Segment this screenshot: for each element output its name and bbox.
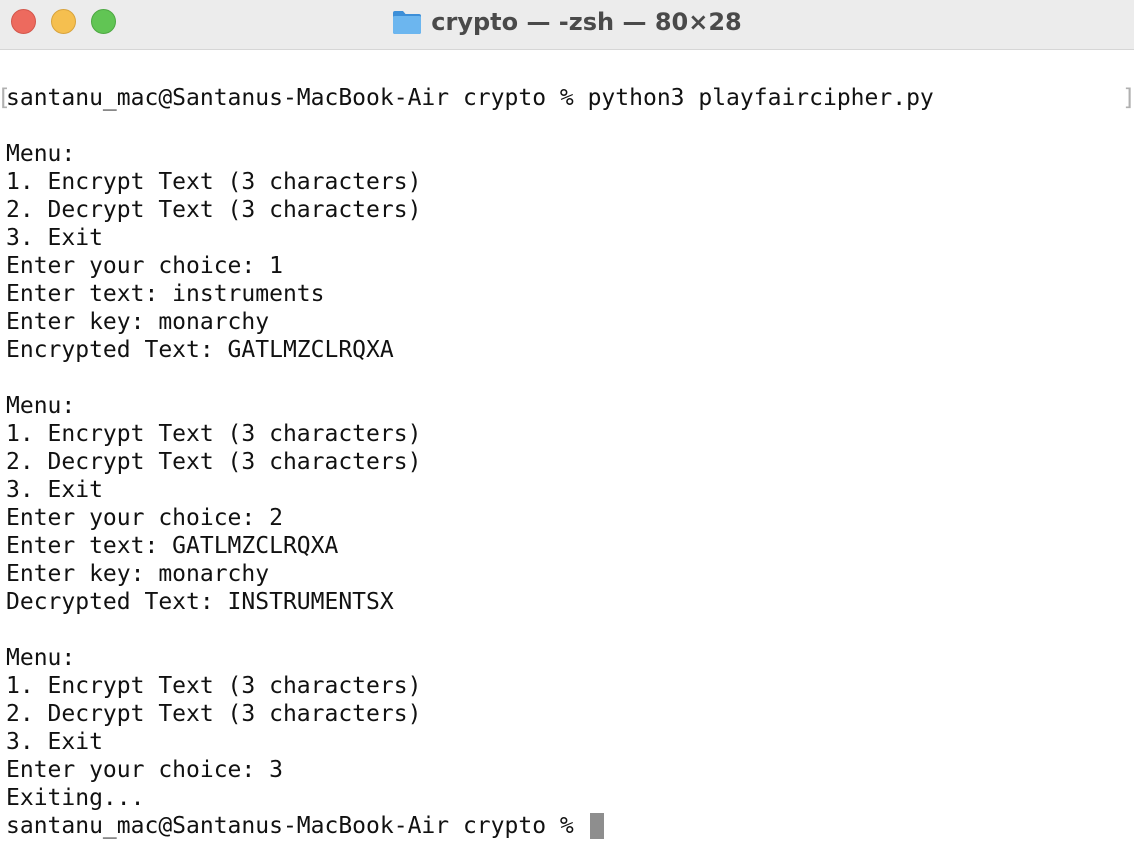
terminal-line: 2. Decrypt Text (3 characters) [6,701,422,727]
text-cursor [589,812,604,839]
terminal-line: Enter text: GATLMZCLRQXA [6,533,339,559]
terminal-line: Menu: [6,393,76,419]
prompt-text: santanu_mac@Santanus-MacBook-Air crypto … [6,813,588,839]
folder-icon [393,11,422,34]
terminal-line: Encrypted Text: GATLMZCLRQXA [6,337,394,363]
terminal-window: crypto — -zsh — 80×28 [ ] santanu_mac@Sa… [0,0,1134,844]
terminal-line: 1. Encrypt Text (3 characters) [6,169,422,195]
terminal-line: Exiting... [6,785,145,811]
terminal-line: 1. Encrypt Text (3 characters) [6,421,422,447]
terminal-line: 3. Exit [6,225,103,251]
terminal-line: Decrypted Text: INSTRUMENTSX [6,589,394,615]
terminal-line-command: santanu_mac@Santanus-MacBook-Air crypto … [6,85,934,111]
mark-bracket-right: ] [1122,84,1134,112]
window-title: crypto — -zsh — 80×28 [431,8,742,36]
title-bar[interactable]: crypto — -zsh — 80×28 [0,0,1134,50]
terminal-line: Enter your choice: 1 [6,253,283,279]
terminal-line: Enter text: instruments [6,281,325,307]
terminal-line: Menu: [6,141,76,167]
window-title-group: crypto — -zsh — 80×28 [0,0,1134,44]
terminal-line: Menu: [6,645,76,671]
terminal-line: Enter key: monarchy [6,309,270,335]
terminal-prompt-line[interactable]: santanu_mac@Santanus-MacBook-Air crypto … [6,812,604,840]
terminal-line: Enter your choice: 3 [6,757,283,783]
terminal-line: 1. Encrypt Text (3 characters) [6,673,422,699]
terminal-line: 2. Decrypt Text (3 characters) [6,449,422,475]
terminal-content[interactable]: [ ] santanu_mac@Santanus-MacBook-Air cry… [0,80,1134,844]
terminal-line: Enter your choice: 2 [6,505,283,531]
terminal-line: 3. Exit [6,729,103,755]
terminal-line: 3. Exit [6,477,103,503]
terminal-line: Enter key: monarchy [6,561,270,587]
terminal-line: 2. Decrypt Text (3 characters) [6,197,422,223]
